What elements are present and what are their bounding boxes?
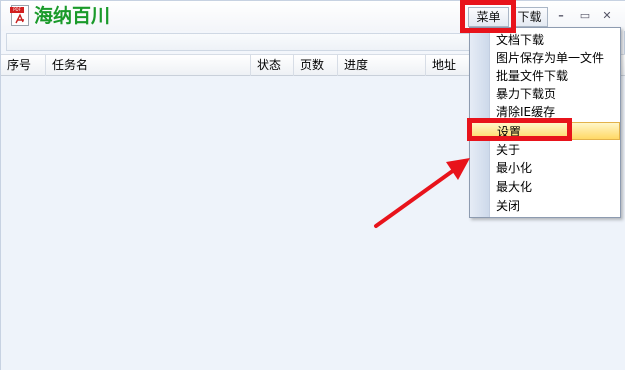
menu-item-brute-download-page[interactable]: 暴力下载页: [471, 85, 620, 103]
column-header-status[interactable]: 状态: [251, 55, 294, 76]
menu-dropdown: 文档下载 图片保存为单一文件 批量文件下载 暴力下载页 清除IE缓存 设置 关于…: [469, 27, 621, 218]
column-header-seq[interactable]: 序号: [1, 55, 46, 76]
app-title: 海纳百川: [34, 5, 111, 27]
pdf-app-icon: PDF: [10, 5, 29, 26]
menu-item-clear-ie-cache[interactable]: 清除IE缓存: [471, 103, 620, 121]
menu-item-settings[interactable]: 设置: [471, 122, 620, 140]
close-icon[interactable]: ✕: [599, 8, 615, 24]
acrobat-icon: [15, 13, 24, 24]
column-header-task-name[interactable]: 任务名: [46, 55, 251, 76]
maximize-icon[interactable]: ▭: [577, 8, 593, 24]
minimize-icon[interactable]: –: [553, 8, 569, 24]
menu-item-batch-download[interactable]: 批量文件下载: [471, 67, 620, 85]
app-window: PDF 海纳百川 菜单 下载 – ▭ ✕ 序号 任务名 状态 页数 进度 地址 …: [0, 0, 625, 370]
menu-item-save-images-single-file[interactable]: 图片保存为单一文件: [471, 49, 620, 67]
column-header-pages[interactable]: 页数: [294, 55, 338, 76]
menu-button[interactable]: 菜单: [468, 7, 509, 27]
download-button[interactable]: 下载: [511, 7, 548, 27]
annotation-arrow-icon: [374, 158, 470, 228]
menu-item-minimize[interactable]: 最小化: [471, 159, 620, 177]
menu-item-maximize[interactable]: 最大化: [471, 178, 620, 196]
menu-item-close[interactable]: 关闭: [471, 197, 620, 215]
menu-item-doc-download[interactable]: 文档下载: [471, 31, 620, 49]
column-header-progress[interactable]: 进度: [338, 55, 426, 76]
menu-item-about[interactable]: 关于: [471, 141, 620, 159]
